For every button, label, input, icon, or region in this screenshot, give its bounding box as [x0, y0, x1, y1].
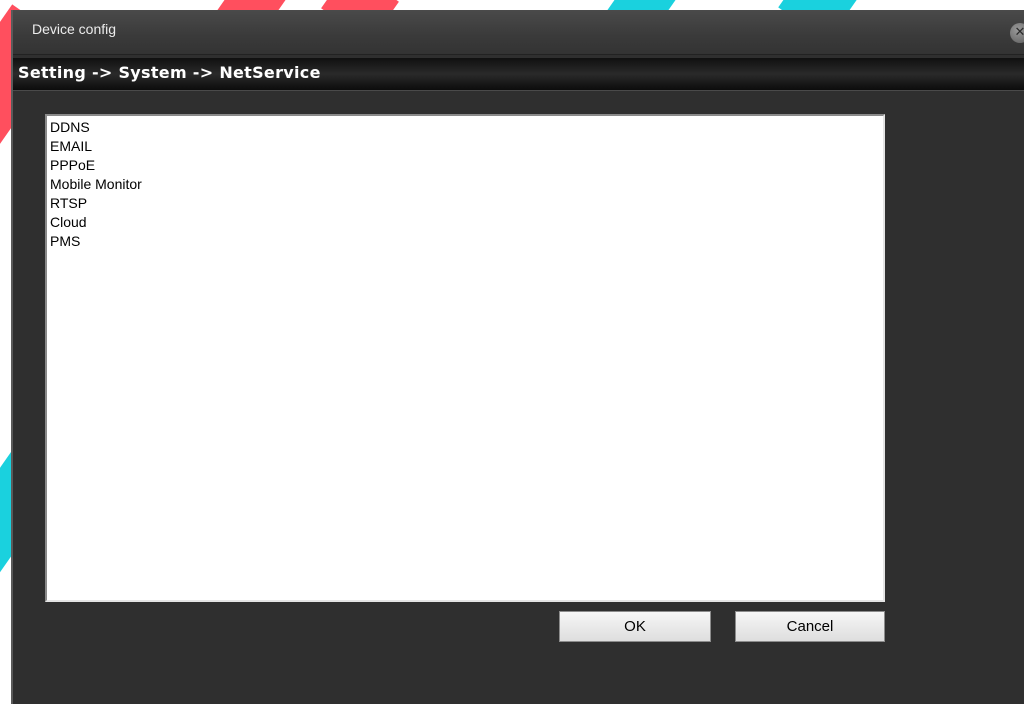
title-bar[interactable]: Device config ✕	[13, 10, 1024, 55]
net-service-list[interactable]: DDNS EMAIL PPPoE Mobile Monitor RTSP Clo…	[45, 114, 885, 602]
breadcrumb-text: Setting -> System -> NetService	[18, 63, 321, 82]
cancel-button[interactable]: Cancel	[735, 611, 885, 642]
list-item-pms[interactable]: PMS	[50, 232, 880, 251]
device-config-window: Device config ✕ Setting -> System -> Net…	[11, 10, 1024, 704]
list-item-rtsp[interactable]: RTSP	[50, 194, 880, 213]
ok-button[interactable]: OK	[559, 611, 711, 642]
list-item-cloud[interactable]: Cloud	[50, 213, 880, 232]
close-icon[interactable]: ✕	[1010, 23, 1024, 43]
list-item-email[interactable]: EMAIL	[50, 137, 880, 156]
list-item-pppoe[interactable]: PPPoE	[50, 156, 880, 175]
breadcrumb: Setting -> System -> NetService	[13, 58, 1024, 91]
list-item-ddns[interactable]: DDNS	[50, 118, 880, 137]
list-item-mobile-monitor[interactable]: Mobile Monitor	[50, 175, 880, 194]
window-title: Device config	[32, 21, 117, 37]
